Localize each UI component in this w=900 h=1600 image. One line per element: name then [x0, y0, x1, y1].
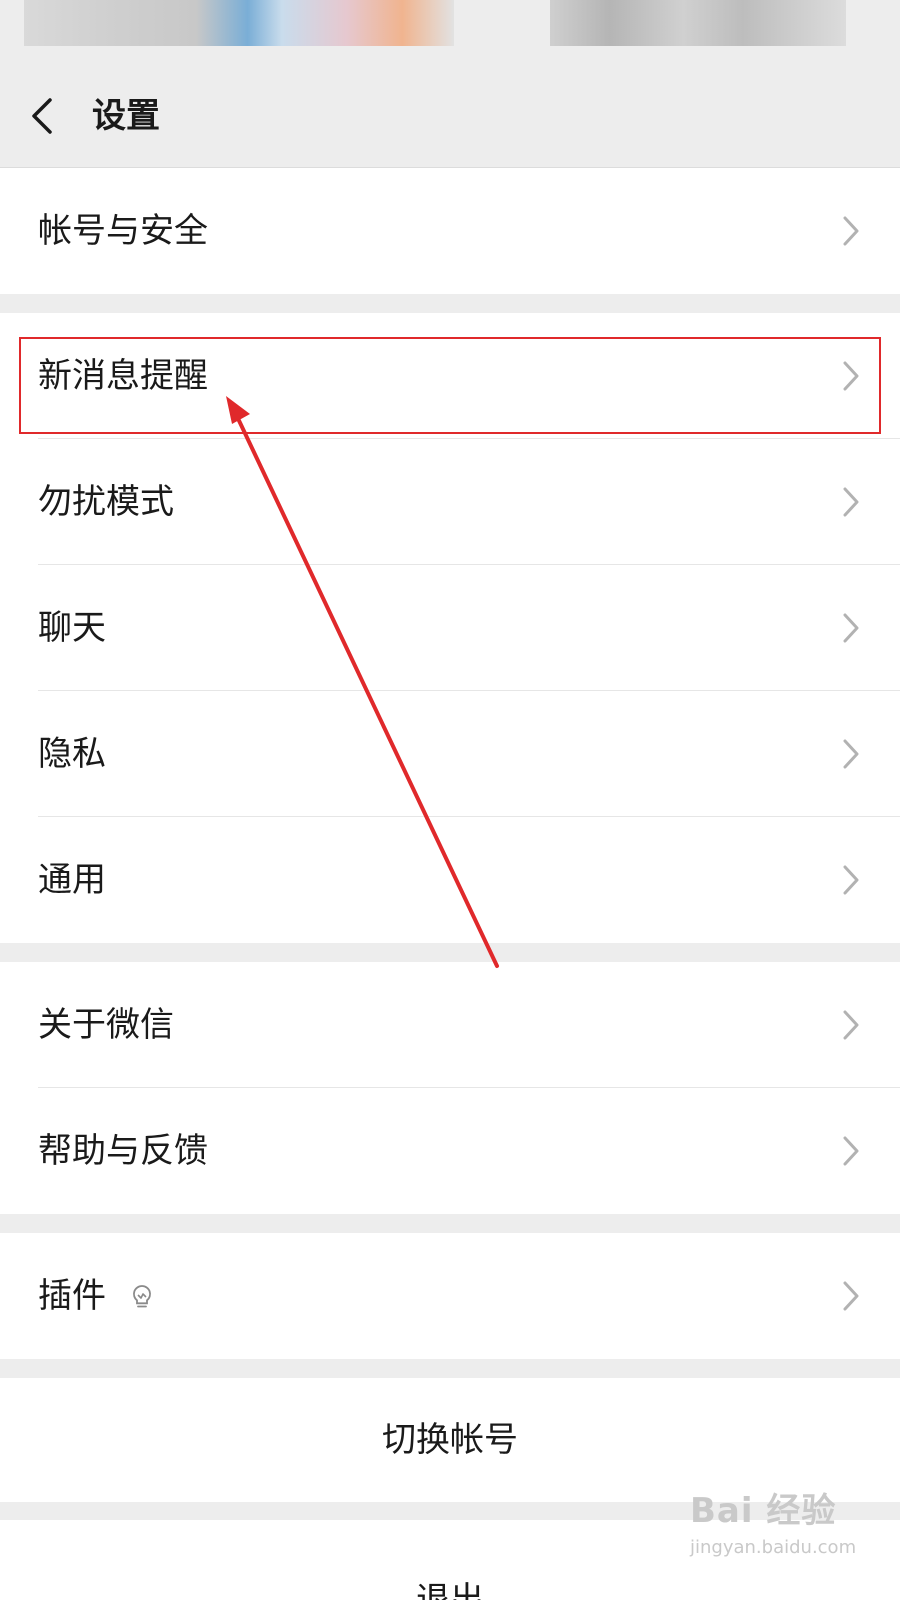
watermark: Bai 经验 jingyan.baidu.com	[690, 1483, 890, 1583]
settings-item-label: 勿扰模式	[38, 482, 174, 522]
back-button[interactable]	[18, 84, 78, 148]
settings-item-plugins[interactable]: 插件	[0, 1233, 900, 1359]
settings-item-label: 插件	[38, 1276, 106, 1316]
chevron-right-icon	[843, 487, 859, 517]
settings-item-about-wechat[interactable]: 关于微信	[0, 962, 900, 1088]
settings-item-label: 关于微信	[38, 1005, 174, 1045]
settings-group-account: 帐号与安全	[0, 168, 900, 294]
chevron-right-icon	[843, 613, 859, 643]
settings-item-do-not-disturb[interactable]: 勿扰模式	[0, 439, 900, 565]
chevron-right-icon	[843, 1136, 859, 1166]
status-blur-left	[24, 0, 454, 46]
chevron-right-icon	[843, 1010, 859, 1040]
settings-group-about: 关于微信 帮助与反馈	[0, 962, 900, 1214]
lightbulb-icon	[133, 1285, 151, 1308]
settings-item-label: 聊天	[38, 608, 106, 648]
status-blur-right	[550, 0, 846, 46]
settings-item-chat[interactable]: 聊天	[0, 565, 900, 691]
settings-item-account-security[interactable]: 帐号与安全	[0, 168, 900, 294]
watermark-site: jingyan.baidu.com	[690, 1537, 857, 1558]
settings-item-help-feedback[interactable]: 帮助与反馈	[0, 1088, 900, 1214]
chevron-right-icon	[843, 865, 859, 895]
settings-item-label: 帮助与反馈	[38, 1131, 208, 1171]
watermark-brand: Bai 经验	[690, 1491, 837, 1531]
chevron-right-icon	[843, 361, 859, 391]
chevron-right-icon	[843, 216, 859, 246]
settings-item-privacy[interactable]: 隐私	[0, 691, 900, 817]
settings-item-general[interactable]: 通用	[0, 817, 900, 943]
page-title: 设置	[92, 96, 160, 136]
chevron-right-icon	[843, 1281, 859, 1311]
nav-bar: 设置	[0, 64, 900, 168]
settings-item-new-message-alert[interactable]: 新消息提醒	[0, 313, 900, 439]
settings-item-label: 通用	[38, 860, 106, 900]
settings-group-main: 新消息提醒 勿扰模式 聊天 隐私 通用	[0, 313, 900, 943]
settings-group-plugins: 插件	[0, 1233, 900, 1359]
status-bar	[0, 0, 900, 64]
settings-item-label: 隐私	[38, 734, 106, 774]
chevron-left-icon	[32, 98, 52, 134]
settings-item-label: 新消息提醒	[38, 356, 208, 396]
chevron-right-icon	[843, 739, 859, 769]
settings-item-label: 帐号与安全	[38, 211, 208, 251]
